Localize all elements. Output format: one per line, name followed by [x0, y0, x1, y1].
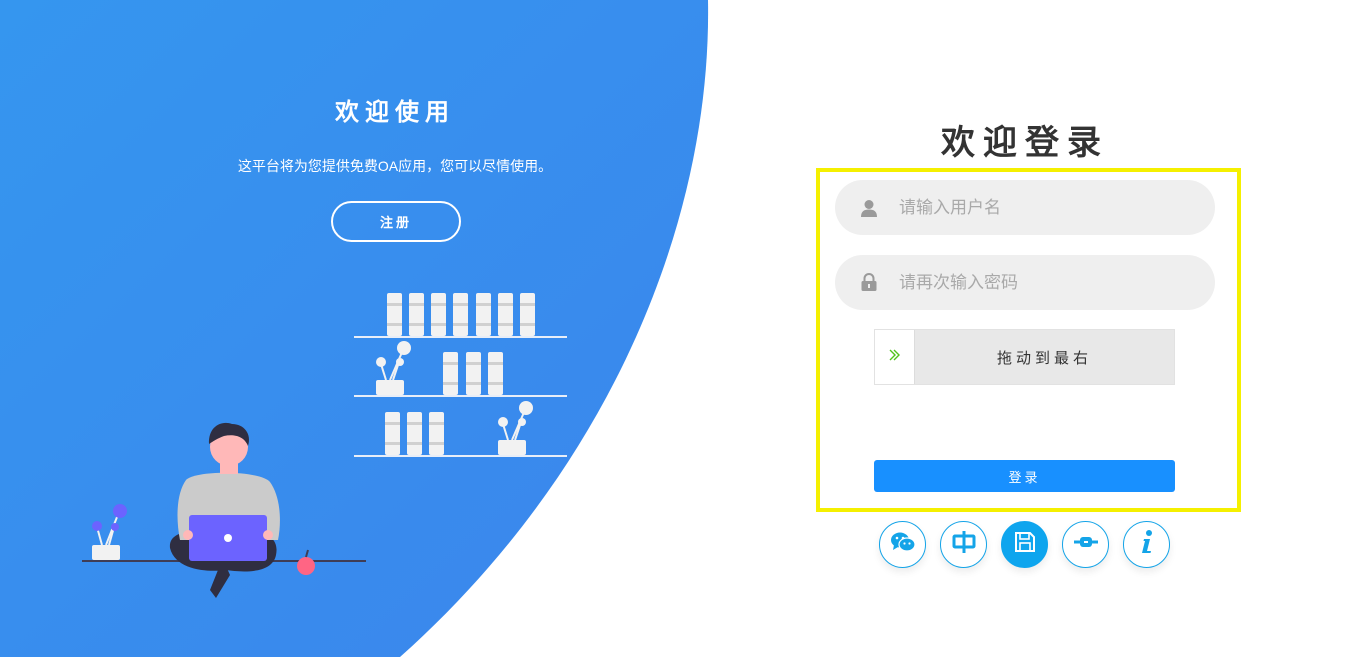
info-button[interactable] — [1123, 521, 1170, 568]
login-button[interactable]: 登录 — [874, 460, 1175, 492]
slider-text: 拖动到最右 — [996, 349, 1092, 367]
user-icon — [859, 198, 879, 218]
wechat-button[interactable] — [879, 521, 926, 568]
wechat-icon — [890, 531, 916, 558]
lock-icon — [859, 273, 879, 293]
bottom-icon-row — [879, 521, 1171, 569]
login-title: 欢迎登录 — [941, 124, 1109, 162]
chinese-language-icon — [951, 529, 977, 560]
save-button[interactable] — [1001, 521, 1048, 568]
slide-verify[interactable]: 拖动到最右 — [874, 329, 1175, 385]
password-field[interactable] — [835, 255, 1215, 310]
welcome-title: 欢迎使用 — [335, 99, 455, 126]
slider-handle[interactable] — [875, 330, 915, 384]
username-field[interactable] — [835, 180, 1215, 235]
left-panel: 欢迎使用 这平台将为您提供免费OA应用，您可以尽情使用。 注册 — [0, 0, 794, 657]
save-icon — [1014, 531, 1036, 558]
plugin-button[interactable] — [1062, 521, 1109, 568]
plugin-icon — [1073, 535, 1099, 554]
welcome-subtitle: 这平台将为您提供免费OA应用，您可以尽情使用。 — [237, 158, 553, 174]
double-chevron-right-icon — [888, 348, 902, 367]
username-input[interactable] — [899, 197, 1199, 218]
info-icon — [1139, 529, 1155, 560]
password-input[interactable] — [899, 272, 1199, 293]
register-button[interactable]: 注册 — [331, 201, 461, 242]
language-button[interactable] — [940, 521, 987, 568]
